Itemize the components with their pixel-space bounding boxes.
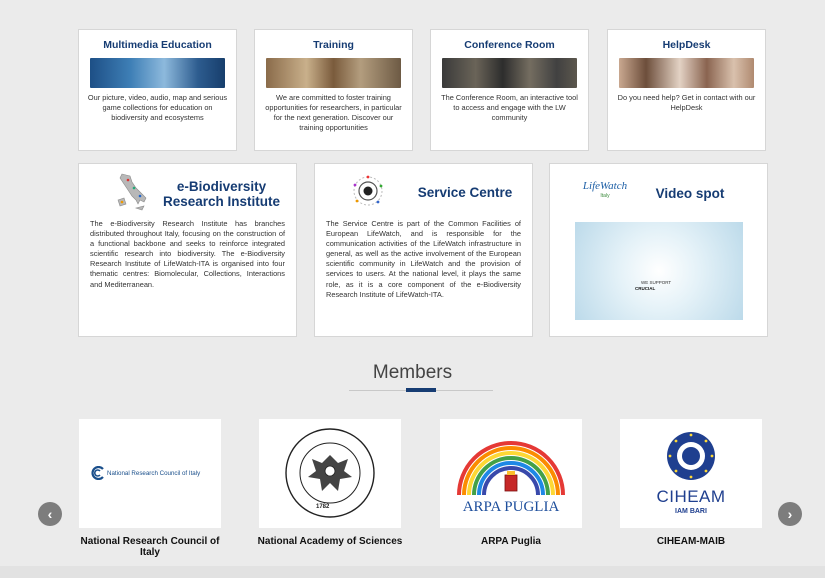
card-description: We are committed to foster training oppo… [265,93,402,132]
academy-seal-icon [285,428,375,518]
card-conference-room[interactable]: Conference Room The Conference Room, an … [430,29,589,151]
card-description: Our picture, video, audio, map and serio… [87,93,228,122]
card-service-centre[interactable]: Service Centre The Service Centre is par… [314,163,533,337]
member-name[interactable]: National Academy of Sciences [250,536,410,547]
member-logo-year: 1782 [316,504,330,510]
member-logo-subtext: IAM BARI [675,508,707,515]
member-logo-academy[interactable]: 1782 [259,419,401,528]
member-logo-text: CIHEAM [656,487,726,506]
card-video-spot[interactable]: LifeWatch Italy Video spot WE SUPPORT CR… [549,163,768,337]
card-title: Service Centre [417,185,513,200]
video-caption-line: CRUCIAL [635,286,656,291]
member-logo-text: ARPA PUGLIA [462,499,560,515]
service-centre-icon [353,175,383,206]
member-name[interactable]: National Research Council of Italy [70,536,230,558]
card-text: The Service Centre is part of the Common… [326,219,521,299]
card-title: e-Biodiversity Research Institute [162,179,281,209]
card-title: HelpDesk [662,39,711,51]
card-description: Do you need help? Get in contact with ou… [617,93,756,112]
chevron-right-icon[interactable]: › [778,502,802,526]
lifewatch-logo: LifeWatch Italy [582,180,628,199]
card-title: Training [313,39,354,51]
italy-map-icon [117,173,147,211]
member-name[interactable]: CIHEAM-MAIB [611,536,771,547]
card-description: The Conference Room, an interactive tool… [441,93,578,122]
card-image [619,58,754,88]
member-logo-arpa[interactable]: ARPA PUGLIA [440,419,582,528]
bottom-strip [0,566,825,578]
card-training[interactable]: Training We are committed to foster trai… [254,29,413,151]
members-heading: Members [372,362,453,383]
card-text: The e-Biodiversity Research Institute ha… [90,219,285,289]
member-logo-text: National Research Council of Italy [107,470,201,477]
card-image [90,58,225,88]
member-logo-ciheam[interactable]: CIHEAM IAM BARI [620,419,762,528]
video-caption-line: WE SUPPORT [641,280,672,285]
member-logo-cnr[interactable]: National Research Council of Italy [79,419,221,528]
card-image [442,58,577,88]
card-title: Video spot [655,186,725,201]
ciheam-emblem-icon [667,432,715,480]
top-strip [0,0,825,8]
member-name[interactable]: ARPA Puglia [431,536,591,547]
card-ebiodiversity[interactable]: e-Biodiversity Research Institute The e-… [78,163,297,337]
chevron-left-icon[interactable]: ‹ [38,502,62,526]
rainbow-icon [457,441,565,495]
card-title: Conference Room [464,39,555,51]
card-multimedia-education[interactable]: Multimedia Education Our picture, video,… [78,29,237,151]
members-divider-accent [406,388,436,392]
video-player[interactable]: WE SUPPORT CRUCIAL [575,222,743,320]
cnr-logo-icon [89,465,105,481]
card-title: Multimedia Education [103,39,212,51]
card-helpdesk[interactable]: HelpDesk Do you need help? Get in contac… [607,29,766,151]
card-image [266,58,401,88]
